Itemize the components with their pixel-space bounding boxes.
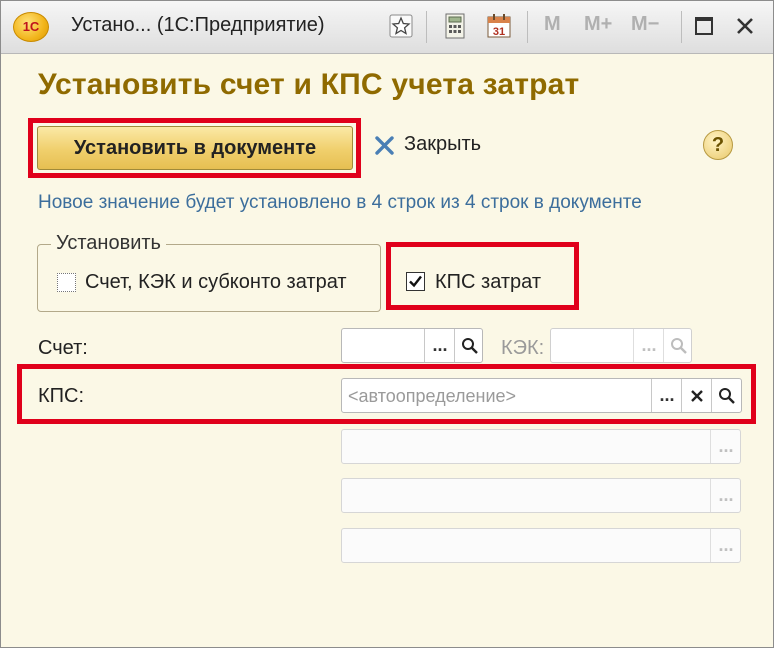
app-logo-icon: 1С [13, 12, 49, 42]
account-select-button[interactable]: ... [424, 329, 455, 362]
dialog-window: 1С Устано... (1С:Предприятие) 31 M M+ M−… [0, 0, 774, 648]
star-icon[interactable] [385, 9, 417, 43]
search-icon [671, 337, 687, 354]
svg-text:31: 31 [493, 26, 505, 38]
title-bar: 1С Устано... (1С:Предприятие) 31 M M+ M− [1, 1, 773, 54]
subconto-select-button: ... [710, 430, 741, 463]
memory-add-button[interactable]: M+ [584, 13, 612, 36]
search-icon [462, 337, 478, 354]
calendar-icon[interactable]: 31 [483, 9, 515, 43]
kps-search-button[interactable] [711, 379, 742, 412]
kps-checkbox[interactable] [406, 272, 425, 291]
close-button[interactable]: Закрыть [374, 133, 481, 156]
account-search-button[interactable] [454, 329, 485, 362]
subconto-field-1: ... [341, 429, 741, 464]
toolbar-separator [681, 11, 682, 43]
account-field[interactable]: ... [341, 328, 483, 363]
kek-label: КЭК: [501, 337, 545, 359]
subconto-field-2: ... [341, 478, 741, 513]
toolbar-separator [527, 11, 528, 43]
kps-label: КПС: [38, 385, 85, 407]
info-text: Новое значение будет установлено в 4 стр… [38, 192, 642, 213]
clear-icon [691, 389, 703, 402]
subconto-select-button: ... [710, 529, 741, 562]
account-kek-checkbox-label[interactable]: Счет, КЭК и субконто затрат [85, 271, 347, 294]
set-group-label: Установить [51, 232, 166, 255]
memory-button[interactable]: M [544, 13, 561, 36]
subconto-select-button: ... [710, 479, 741, 512]
subconto-field-3: ... [341, 528, 741, 563]
kps-field[interactable]: <автоопределение> ... [341, 378, 742, 413]
kps-checkbox-label[interactable]: КПС затрат [435, 271, 541, 294]
toolbar-separator [426, 11, 427, 43]
close-icon [375, 135, 394, 155]
maximize-icon[interactable] [688, 9, 720, 43]
set-in-document-button[interactable]: Установить в документе [37, 126, 353, 170]
close-window-icon[interactable] [729, 9, 761, 43]
kek-select-button: ... [633, 329, 664, 362]
search-icon [719, 387, 735, 404]
form-heading: Установить счет и КПС учета затрат [38, 68, 580, 101]
checkmark-icon [409, 275, 422, 288]
calculator-icon[interactable] [439, 9, 471, 43]
kek-field: ... [550, 328, 692, 363]
kps-placeholder: <автоопределение> [348, 386, 517, 406]
close-button-label: Закрыть [404, 133, 482, 155]
kek-search-button [663, 329, 694, 362]
kps-clear-button[interactable] [681, 379, 712, 412]
memory-subtract-button[interactable]: M− [631, 13, 659, 36]
help-button[interactable]: ? [703, 130, 733, 160]
window-title: Устано... (1С:Предприятие) [71, 14, 325, 36]
kps-select-button[interactable]: ... [651, 379, 682, 412]
account-kek-checkbox[interactable] [57, 273, 76, 292]
account-label: Счет: [38, 337, 88, 359]
